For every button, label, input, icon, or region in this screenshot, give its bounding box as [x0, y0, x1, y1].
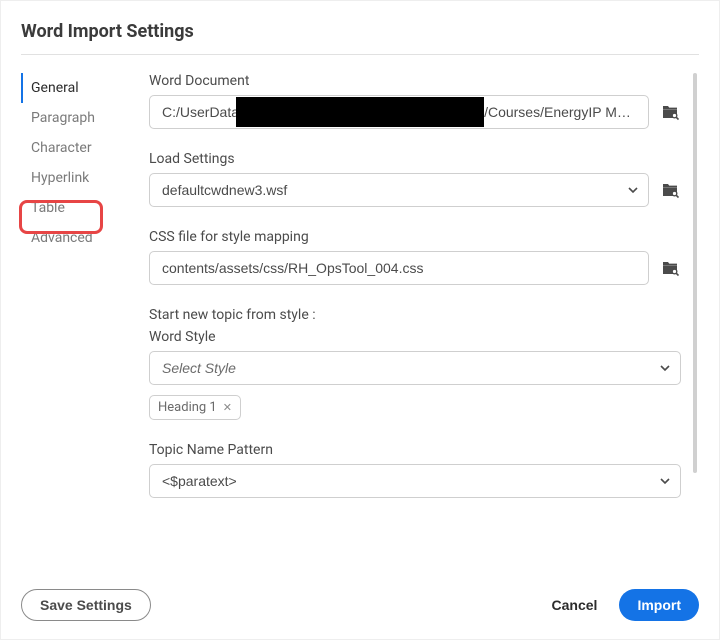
browse-load-settings-button[interactable]	[659, 179, 681, 201]
dialog-title: Word Import Settings	[21, 21, 699, 42]
load-settings-value	[149, 173, 649, 207]
chip-remove-button[interactable]: ✕	[223, 402, 232, 413]
browse-css-file-button[interactable]	[659, 257, 681, 279]
field-label: CSS file for style mapping	[149, 229, 681, 245]
sidebar-item-label: General	[31, 80, 79, 96]
title-divider	[21, 54, 699, 55]
word-import-settings-dialog: Word Import Settings General Paragraph C…	[0, 0, 720, 640]
tab-paragraph[interactable]: Paragraph	[21, 103, 119, 133]
tab-hyperlink[interactable]: Hyperlink	[21, 163, 119, 193]
css-file-path-input[interactable]	[149, 251, 649, 285]
field-start-new-topic: Start new topic from style : Word Style …	[149, 307, 681, 420]
save-settings-button[interactable]: Save Settings	[21, 589, 151, 621]
word-style-placeholder	[149, 351, 681, 385]
load-settings-select[interactable]	[149, 173, 649, 207]
sidebar-item-label: Paragraph	[31, 110, 95, 126]
field-word-document: Word Document	[149, 73, 681, 129]
tab-general[interactable]: General	[21, 73, 119, 103]
topic-name-pattern-select[interactable]	[149, 464, 681, 498]
field-label: Start new topic from style :	[149, 307, 681, 323]
sidebar-item-label: Character	[31, 140, 92, 156]
sidebar-item-label: Hyperlink	[31, 170, 89, 186]
settings-tabs-sidebar: General Paragraph Character Hyperlink Ta…	[21, 73, 119, 543]
scrollbar-thumb[interactable]	[693, 73, 697, 473]
folder-search-icon	[661, 181, 679, 199]
tab-character[interactable]: Character	[21, 133, 119, 163]
field-load-settings: Load Settings	[149, 151, 681, 207]
folder-search-icon	[661, 259, 679, 277]
field-label: Word Document	[149, 73, 681, 89]
dialog-footer: Save Settings Cancel Import	[21, 589, 699, 621]
dialog-body: General Paragraph Character Hyperlink Ta…	[21, 73, 699, 543]
field-label: Load Settings	[149, 151, 681, 167]
sidebar-item-label: Table	[31, 200, 65, 216]
topic-name-pattern-value	[149, 464, 681, 498]
field-sublabel: Word Style	[149, 329, 681, 345]
style-chip-heading1: Heading 1 ✕	[149, 395, 241, 420]
tab-table[interactable]: Table	[21, 193, 119, 223]
browse-word-document-button[interactable]	[659, 101, 681, 123]
cancel-button[interactable]: Cancel	[552, 589, 598, 621]
field-css-mapping: CSS file for style mapping	[149, 229, 681, 285]
field-topic-name-pattern: Topic Name Pattern	[149, 442, 681, 498]
import-button[interactable]: Import	[619, 589, 699, 621]
field-label: Topic Name Pattern	[149, 442, 681, 458]
general-settings-panel: Word Document	[119, 73, 699, 543]
sidebar-item-label: Advanced	[31, 230, 93, 246]
redacted-path-segment	[236, 97, 484, 127]
word-style-select[interactable]	[149, 351, 681, 385]
chip-label: Heading 1	[158, 400, 217, 415]
tab-advanced[interactable]: Advanced	[21, 223, 119, 253]
folder-search-icon	[661, 103, 679, 121]
